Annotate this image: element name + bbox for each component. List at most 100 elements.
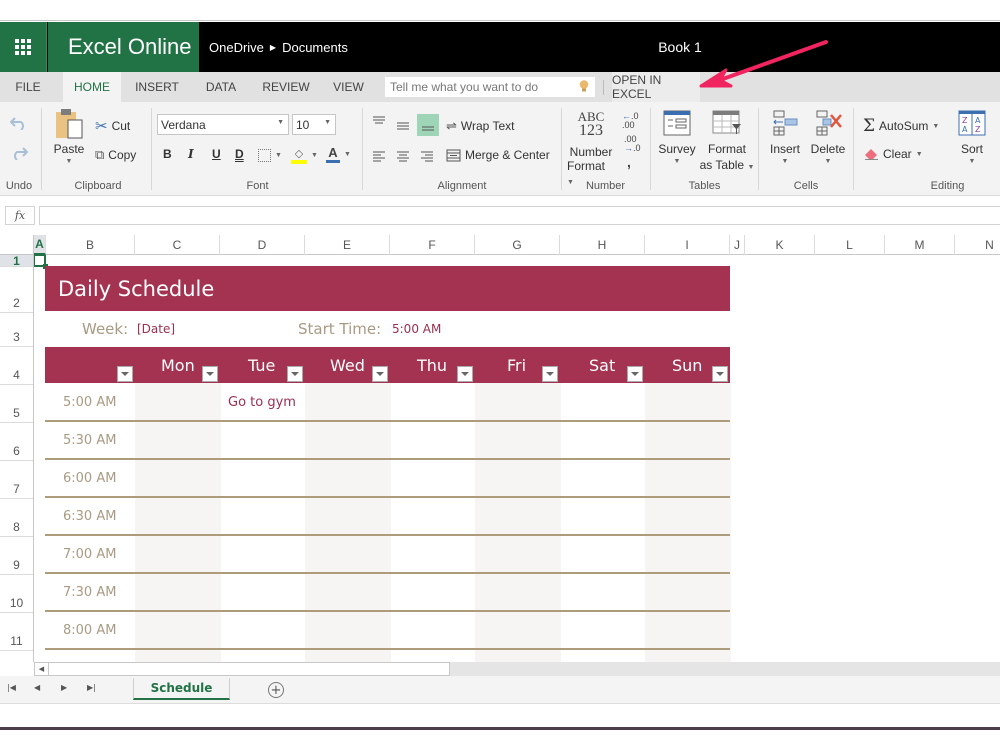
redo-icon[interactable] — [10, 146, 28, 160]
fill-color-button[interactable]: ◇ ▼ — [291, 147, 318, 164]
tell-me-input[interactable]: Tell me what you want to do — [385, 77, 595, 97]
add-sheet-icon[interactable]: + — [268, 682, 284, 698]
column-header-l[interactable]: L — [815, 235, 885, 255]
insert-cells-icon — [773, 110, 798, 136]
horizontal-scrollbar[interactable]: ◀ — [34, 662, 1000, 676]
align-center-icon[interactable] — [396, 150, 410, 162]
comma-style-button[interactable]: , — [627, 154, 631, 170]
sort-button[interactable]: ZAAZ Sort ▼ — [955, 110, 989, 165]
row-header-10[interactable]: 10 — [0, 575, 33, 613]
font-size-select[interactable]: 10 ▼ — [292, 114, 336, 135]
column-header-k[interactable]: K — [745, 235, 815, 255]
column-header-c[interactable]: C — [135, 235, 220, 255]
filter-dropdown-fri[interactable] — [542, 366, 558, 382]
tab-file[interactable]: FILE — [0, 72, 56, 102]
decrease-decimal-button[interactable]: .00 →.0 — [624, 135, 641, 153]
tab-insert[interactable]: INSERT — [127, 72, 187, 102]
row-header-7[interactable]: 7 — [0, 461, 33, 499]
row-header-4[interactable]: 4 — [0, 347, 33, 385]
clear-button[interactable]: Clear ▼ — [864, 147, 923, 161]
tab-home[interactable]: HOME — [63, 72, 121, 102]
cut-button[interactable]: ✂ Cut — [95, 117, 130, 135]
previous-sheet-icon[interactable]: ◀ — [34, 683, 40, 692]
breadcrumb-documents[interactable]: Documents — [282, 40, 348, 55]
week-value[interactable]: [Date] — [137, 322, 175, 336]
scrollbar-thumb[interactable] — [49, 662, 450, 676]
worksheet-grid[interactable]: Daily Schedule Week: [Date] Start Time: … — [34, 255, 1000, 662]
align-bottom-button[interactable] — [417, 114, 439, 136]
row-header-1[interactable]: 1 — [0, 254, 33, 268]
increase-decimal-button[interactable]: ←.0.00 — [622, 112, 639, 130]
filter-dropdown-sat[interactable] — [627, 366, 643, 382]
format-as-table-button[interactable]: Format as Table ▼ — [698, 110, 756, 172]
column-header-j[interactable]: J — [730, 235, 745, 255]
underline-button[interactable]: U — [212, 147, 221, 161]
day-header-wed: Wed — [330, 355, 365, 375]
column-header-e[interactable]: E — [305, 235, 390, 255]
font-family-select[interactable]: Verdana ▼ — [157, 114, 289, 135]
row-header-6[interactable]: 6 — [0, 423, 33, 461]
row-header-3[interactable]: 3 — [0, 313, 33, 347]
borders-icon — [258, 149, 271, 162]
filter-dropdown-thu[interactable] — [457, 366, 473, 382]
row-header-2[interactable]: 2 — [0, 267, 33, 313]
align-left-icon[interactable] — [372, 150, 386, 162]
column-header-g[interactable]: G — [475, 235, 560, 255]
survey-button[interactable]: Survey ▼ — [657, 110, 697, 165]
filter-dropdown-wed[interactable] — [372, 366, 388, 382]
row-header-9[interactable]: 9 — [0, 537, 33, 575]
column-header-d[interactable]: D — [220, 235, 305, 255]
insert-function-button[interactable]: fx — [5, 206, 35, 225]
row-header-11[interactable]: 11 — [0, 613, 33, 651]
column-header-b[interactable]: B — [46, 235, 135, 255]
merge-center-button[interactable]: Merge & Center — [446, 148, 550, 162]
first-sheet-icon[interactable]: |◀ — [7, 683, 16, 692]
align-right-icon[interactable] — [420, 150, 434, 162]
copy-button[interactable]: ⧉ Copy — [95, 147, 136, 163]
column-header-h[interactable]: H — [560, 235, 645, 255]
column-header-i[interactable]: I — [645, 235, 730, 255]
tab-view[interactable]: VIEW — [326, 72, 371, 102]
number-format-button[interactable]: ABC 123 Number Format ▼ — [567, 110, 615, 187]
next-sheet-icon[interactable]: ▶ — [61, 683, 67, 692]
column-header-a[interactable]: A — [34, 235, 46, 255]
wrap-text-button[interactable]: ⇌ Wrap Text — [446, 118, 514, 134]
filter-dropdown-time[interactable] — [117, 366, 133, 382]
double-underline-button[interactable]: D — [235, 147, 244, 161]
select-all-corner[interactable] — [0, 235, 34, 255]
column-header-m[interactable]: M — [885, 235, 955, 255]
autosum-button[interactable]: Σ AutoSum ▼ — [863, 116, 939, 136]
open-in-excel-button[interactable]: OPEN IN EXCEL — [612, 72, 700, 102]
sheet-tab-schedule[interactable]: Schedule — [133, 678, 230, 700]
italic-button[interactable]: I — [188, 147, 194, 161]
breadcrumb-onedrive[interactable]: OneDrive — [209, 40, 264, 55]
last-sheet-icon[interactable]: ▶| — [87, 683, 96, 692]
filter-dropdown-tue[interactable] — [287, 366, 303, 382]
filter-dropdown-mon[interactable] — [202, 366, 218, 382]
font-color-button[interactable]: A ▼ — [326, 145, 351, 163]
schedule-entry[interactable]: Go to gym — [228, 395, 296, 410]
tab-data[interactable]: DATA — [196, 72, 246, 102]
insert-cells-button[interactable]: Insert ▼ — [765, 110, 805, 165]
align-top-icon[interactable] — [372, 116, 386, 128]
borders-button[interactable]: ▼ — [258, 149, 282, 162]
align-middle-icon[interactable] — [396, 120, 410, 132]
column-header-n[interactable]: N — [955, 235, 1000, 255]
group-label-editing: Editing — [930, 180, 965, 192]
schedule-title[interactable]: Daily Schedule — [45, 266, 730, 311]
scroll-left-arrow-icon[interactable]: ◀ — [34, 662, 49, 676]
app-brand[interactable]: Excel Online — [48, 22, 199, 72]
start-time-value[interactable]: 5:00 AM — [392, 322, 441, 336]
column-header-f[interactable]: F — [390, 235, 475, 255]
tab-review[interactable]: REVIEW — [256, 72, 316, 102]
paste-button[interactable]: Paste ▼ — [52, 108, 86, 174]
filter-dropdown-sun[interactable] — [712, 366, 728, 382]
bold-button[interactable]: B — [163, 147, 172, 161]
app-launcher-button[interactable] — [0, 22, 47, 72]
delete-cells-button[interactable]: Delete ▼ — [808, 110, 848, 165]
document-title[interactable]: Book 1 — [600, 22, 760, 72]
row-header-5[interactable]: 5 — [0, 385, 33, 423]
undo-icon[interactable] — [10, 116, 28, 130]
formula-input[interactable] — [39, 206, 1000, 225]
row-header-8[interactable]: 8 — [0, 499, 33, 537]
